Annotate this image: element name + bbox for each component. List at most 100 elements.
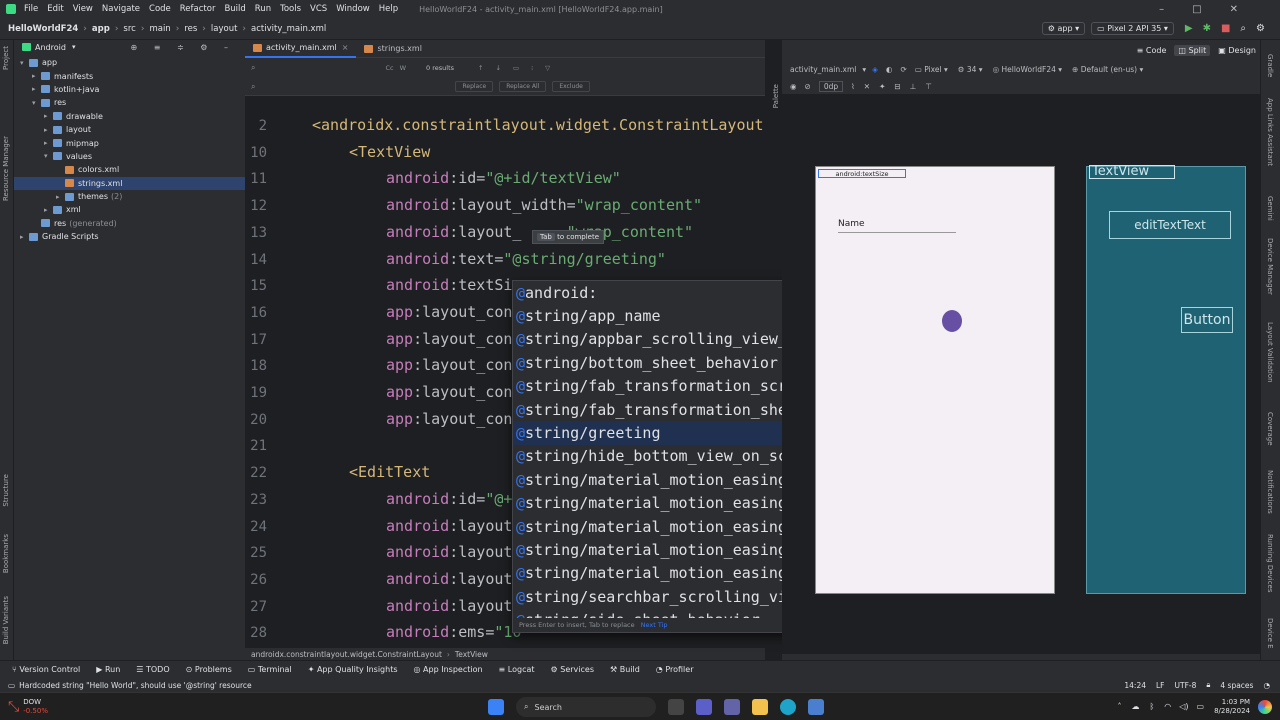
blueprint-textview[interactable]: TextView <box>1089 165 1175 179</box>
bookmarks-tool-tab[interactable]: Bookmarks <box>2 534 10 573</box>
next-tip-link[interactable]: Next Tip <box>641 621 668 629</box>
blueprint-button[interactable]: Button <box>1181 307 1233 333</box>
chevron-right-icon[interactable]: ▸ <box>44 139 53 147</box>
code-line[interactable]: android:layout <box>386 597 512 615</box>
android-studio-taskbar-icon[interactable] <box>808 699 824 715</box>
taskbar-search[interactable]: ⌕ Search <box>516 697 656 717</box>
line-separator[interactable]: LF <box>1156 681 1165 690</box>
code-line[interactable]: app:layout_con <box>386 330 512 348</box>
code-line[interactable]: android:id="@+i <box>386 490 521 508</box>
project-tree-item[interactable]: ▾ values <box>14 150 245 163</box>
edge-browser-icon[interactable] <box>780 699 796 715</box>
chevron-down-icon[interactable]: ▾ <box>44 152 53 160</box>
menu-item-edit[interactable]: Edit <box>47 4 63 14</box>
code-line[interactable]: android:text="@string/greeting" <box>386 250 666 268</box>
palette-tool-tab[interactable]: Palette <box>772 84 780 108</box>
copilot-icon[interactable] <box>1258 699 1272 714</box>
tab-activity-main[interactable]: activity_main.xml × <box>245 40 357 58</box>
find-nav-icons[interactable]: ↑↓▭⁝▽ <box>478 64 562 72</box>
run-icon[interactable]: ▶ <box>1185 23 1193 34</box>
stock-widget[interactable]: ⤡ DOW -0.50% <box>8 698 48 716</box>
breadcrumb-item[interactable]: res <box>184 24 197 34</box>
file-encoding[interactable]: UTF-8 <box>1175 681 1197 690</box>
preview-edittext[interactable]: Name <box>838 219 956 233</box>
code-line[interactable]: android:ems="10" <box>386 623 531 641</box>
bottom-tool-terminal[interactable]: ▭ Terminal <box>248 665 292 674</box>
stop-icon[interactable]: ■ <box>1221 23 1230 34</box>
bottom-tool-app-inspection[interactable]: ◎ App Inspection <box>414 665 483 674</box>
chevron-right-icon[interactable]: ▸ <box>44 112 53 120</box>
build-variants-tool-tab[interactable]: Build Variants <box>2 596 10 644</box>
wifi-icon[interactable]: ◠ <box>1164 702 1171 711</box>
chevron-down-icon[interactable]: ▾ <box>32 99 41 107</box>
device-explorer-tool-tab[interactable]: Device E <box>1266 618 1274 649</box>
code-line[interactable]: <TextView <box>349 143 430 161</box>
project-tree-item[interactable]: ▸ layout <box>14 123 245 136</box>
constraint-tools[interactable]: ⌇✕✦⊟⊥⊤ <box>851 82 941 91</box>
locale-selector[interactable]: ⊕ Default (en-us) ▾ <box>1072 65 1143 74</box>
project-tree-item[interactable]: ▸ manifests <box>14 69 245 82</box>
bottom-tool-build[interactable]: ⚒ Build <box>610 665 640 674</box>
replace-button[interactable]: Replace <box>455 81 494 92</box>
split-mode-button[interactable]: ◫ Split <box>1174 44 1211 56</box>
project-tree-item[interactable]: ▸ drawable <box>14 110 245 123</box>
status-message[interactable]: Hardcoded string "Hello World", should u… <box>19 681 252 690</box>
layout-file-selector[interactable]: activity_main.xml <box>790 65 856 74</box>
bottom-tool-services[interactable]: ⚙ Services <box>551 665 594 674</box>
chevron-right-icon[interactable]: ▸ <box>32 72 41 80</box>
app-links-tool-tab[interactable]: App Links Assistant <box>1266 98 1274 166</box>
chevron-right-icon[interactable]: ▸ <box>56 193 65 201</box>
device-selector[interactable]: ▭ Pixel 2 API 35 ▾ <box>1091 22 1174 35</box>
layers-icon[interactable]: ◈ <box>872 65 878 74</box>
file-explorer-icon[interactable] <box>752 699 768 715</box>
night-mode-icon[interactable]: ◐ <box>886 65 893 74</box>
preview-button[interactable] <box>942 310 962 332</box>
teams-work-icon[interactable] <box>724 699 740 715</box>
bottom-tool-todo[interactable]: ☰ TODO <box>136 665 169 674</box>
system-clock[interactable]: 1:03 PM 8/28/2024 <box>1214 698 1250 716</box>
bottom-tool-profiler[interactable]: ◔ Profiler <box>656 665 694 674</box>
bottom-tool-version-control[interactable]: ⑂ Version Control <box>12 665 80 674</box>
project-tree-item[interactable]: ▾ app <box>14 56 245 69</box>
menu-item-file[interactable]: File <box>24 4 38 14</box>
theme-selector[interactable]: ◎ HelloWorldF24 ▾ <box>993 65 1062 74</box>
breadcrumb-item[interactable]: app <box>92 24 110 34</box>
code-line[interactable]: android:layout <box>386 517 512 535</box>
menu-item-build[interactable]: Build <box>224 4 245 14</box>
menu-item-tools[interactable]: Tools <box>280 4 301 14</box>
code-line[interactable]: android:layout <box>386 543 512 561</box>
code-line[interactable]: android:id="@+id/textView" <box>386 169 621 187</box>
chevron-down-icon[interactable]: ▾ <box>20 59 29 67</box>
window-controls[interactable]: –□✕ <box>1159 4 1266 15</box>
bottom-tool-logcat[interactable]: ≡ Logcat <box>499 665 535 674</box>
code-line[interactable]: app:layout_con <box>386 410 512 428</box>
volume-icon[interactable]: ◁) <box>1179 702 1188 711</box>
memory-icon[interactable]: ◔ <box>1263 681 1270 690</box>
code-line[interactable]: android:layout <box>386 570 512 588</box>
breadcrumb-item[interactable]: layout <box>211 24 238 34</box>
menu-item-code[interactable]: Code <box>149 4 171 14</box>
gemini-tool-tab[interactable]: Gemini <box>1266 196 1274 221</box>
bottom-tool-run[interactable]: ▶ Run <box>96 665 120 674</box>
project-tree-item[interactable]: ▸ kotlin+java <box>14 83 245 96</box>
exclude-button[interactable]: Exclude <box>552 81 590 92</box>
breadcrumb-textview[interactable]: TextView <box>455 650 488 659</box>
bluetooth-icon[interactable]: ᛒ <box>1149 702 1154 711</box>
project-tree-item[interactable]: ▸ xml <box>14 203 245 216</box>
breadcrumb-item[interactable]: HelloWorldF24 <box>8 24 78 34</box>
running-devices-tool-tab[interactable]: Running Devices <box>1266 534 1274 593</box>
close-icon[interactable]: × <box>342 43 349 52</box>
project-panel-actions[interactable]: ⊕ ≡ ≑ ⚙ – <box>131 43 235 52</box>
menu-item-view[interactable]: View <box>73 4 93 14</box>
project-tree-item[interactable]: ▸ Gradle Scripts <box>14 230 245 243</box>
resource-manager-tool-tab[interactable]: Resource Manager <box>2 136 10 201</box>
indent-setting[interactable]: 4 spaces <box>1220 681 1253 690</box>
code-line[interactable]: app:layout_con <box>386 383 512 401</box>
structure-tool-tab[interactable]: Structure <box>2 474 10 507</box>
battery-icon[interactable]: ▭ <box>1197 702 1205 711</box>
preview-textview[interactable]: android:textSize <box>818 169 906 178</box>
module-selector[interactable]: ⚙ app ▾ <box>1041 22 1086 35</box>
project-view-selector[interactable]: Android ▾ ⊕ ≡ ≑ ⚙ – <box>14 40 245 54</box>
menu-item-vcs[interactable]: VCS <box>310 4 327 14</box>
settings-gear-icon[interactable]: ⚙ <box>1256 23 1265 34</box>
